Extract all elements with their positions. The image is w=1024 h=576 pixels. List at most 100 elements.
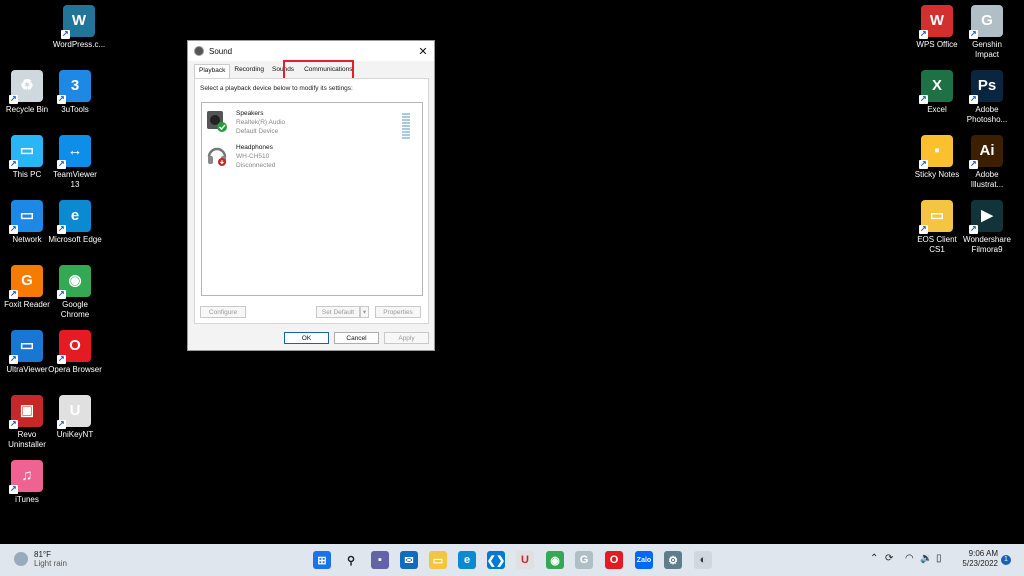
notification-badge[interactable]: 1 <box>1001 555 1011 565</box>
desktop-icon[interactable]: AiAdobe Illustrat... <box>960 135 1014 190</box>
desktop-icon[interactable]: ♻Recycle Bin <box>0 70 54 115</box>
clock[interactable]: 9:06 AM 5/23/2022 <box>950 549 998 569</box>
desktop-icon[interactable]: eMicrosoft Edge <box>48 200 102 245</box>
instruction-text: Select a playback device below to modify… <box>200 85 353 92</box>
desktop-icon[interactable]: GFoxit Reader <box>0 265 54 310</box>
desktop-icon-label: Foxit Reader <box>4 300 50 309</box>
desktop-icon-label: Network <box>12 235 42 244</box>
battery-icon[interactable]: ▯ <box>936 553 942 564</box>
app-icon: G <box>969 5 1003 39</box>
app-icon: ▭ <box>919 200 953 234</box>
chevron-up-icon[interactable]: ⌃ <box>870 553 878 564</box>
app-icon: ▪ <box>919 135 953 169</box>
desktop-icon[interactable]: UUniKeyNT <box>48 395 102 440</box>
app-icon: U <box>57 395 91 429</box>
device-driver: Realtek(R) Audio <box>236 119 286 126</box>
sync-icon[interactable]: ⟳ <box>885 553 893 564</box>
chevron-down-icon: ▾ <box>362 309 367 316</box>
shortcut-arrow-icon <box>61 29 70 39</box>
desktop-icon-label: Genshin Impact <box>972 40 1002 59</box>
app-icon: ↔ <box>57 135 91 169</box>
desktop-icon[interactable]: ▪Sticky Notes <box>910 135 964 180</box>
device-name: Speakers <box>236 110 264 117</box>
set-default-button[interactable]: Set Default <box>316 306 360 318</box>
tab-recording[interactable]: Recording <box>230 64 268 78</box>
file-explorer-icon[interactable]: ▭ <box>429 551 447 569</box>
desktop-icon[interactable]: ▶Wondershare Filmora9 <box>960 200 1014 255</box>
genshin-icon[interactable]: G <box>575 551 593 569</box>
shortcut-arrow-icon <box>919 29 928 39</box>
mail-icon[interactable]: ✉ <box>400 551 418 569</box>
desktop-icon[interactable]: WWordPress.c... <box>52 5 106 50</box>
app-icon: ▭ <box>9 135 43 169</box>
app-icon: G <box>9 265 43 299</box>
sound-taskbar-icon[interactable]: ◐ <box>694 551 712 569</box>
desktop-icon[interactable]: ▣Revo Uninstaller <box>0 395 54 450</box>
desktop-icon-label: Wondershare Filmora9 <box>963 235 1011 254</box>
start-icon[interactable]: ⊞ <box>313 551 331 569</box>
shortcut-arrow-icon <box>9 224 18 234</box>
desktop-icon[interactable]: WWPS Office <box>910 5 964 50</box>
desktop-icon[interactable]: ◉Google Chrome <box>48 265 102 320</box>
search-icon[interactable]: ⚲ <box>342 551 360 569</box>
desktop-icon-label: This PC <box>12 170 42 179</box>
desktop-icon[interactable]: XExcel <box>910 70 964 115</box>
desktop-icon[interactable]: ♫iTunes <box>0 460 54 505</box>
shortcut-arrow-icon <box>919 94 928 104</box>
settings-gear-icon[interactable]: ⚙ <box>664 551 682 569</box>
shortcut-arrow-icon <box>9 159 18 169</box>
volume-icon[interactable]: 🔉 <box>920 553 932 564</box>
app-icon: ▶ <box>969 200 1003 234</box>
desktop-icon-label: Adobe Illustrat... <box>970 170 1004 189</box>
properties-button[interactable]: Properties <box>375 306 421 318</box>
app-icon: ▭ <box>9 200 43 234</box>
desktop-icon[interactable]: ↔TeamViewer 13 <box>48 135 102 190</box>
set-default-dropdown[interactable]: ▾ <box>360 306 369 318</box>
shortcut-arrow-icon <box>969 94 978 104</box>
desktop-icon[interactable]: GGenshin Impact <box>960 5 1014 60</box>
desktop-icon-label: Google Chrome <box>60 300 90 319</box>
close-icon[interactable]: ✕ <box>412 45 434 58</box>
shortcut-arrow-icon <box>969 224 978 234</box>
speaker-icon <box>194 46 204 56</box>
tab-playback[interactable]: Playback <box>194 64 231 78</box>
desktop-icon[interactable]: ▭This PC <box>0 135 54 180</box>
opera-icon[interactable]: O <box>605 551 623 569</box>
headphones-icon <box>206 143 228 167</box>
cancel-button[interactable]: Cancel <box>334 332 379 344</box>
dialog-titlebar[interactable]: Sound ✕ <box>188 41 434 61</box>
device-list[interactable]: Speakers Realtek(R) Audio Default Device <box>201 102 423 296</box>
wifi-icon[interactable]: ◠ <box>905 553 914 564</box>
weather-temp: 81°F <box>34 550 51 559</box>
desktop-icon[interactable]: ▭Network <box>0 200 54 245</box>
configure-button[interactable]: Configure <box>200 306 246 318</box>
weather-widget[interactable]: 81°F Light rain <box>14 550 67 568</box>
speaker-device-icon <box>206 109 228 133</box>
desktop-icon-label: Recycle Bin <box>5 105 49 114</box>
desktop-icon-label: Sticky Notes <box>914 170 960 179</box>
device-speakers[interactable]: Speakers Realtek(R) Audio Default Device <box>206 109 410 141</box>
weather-icon <box>14 552 28 566</box>
chrome-icon[interactable]: ◉ <box>546 551 564 569</box>
unikey-icon[interactable]: U <box>516 551 534 569</box>
desktop-icon-label: Adobe Photosho... <box>966 105 1008 124</box>
desktop-icon-label: TeamViewer 13 <box>53 170 97 189</box>
shortcut-arrow-icon <box>9 484 18 494</box>
vscode-icon[interactable]: ❮❯ <box>487 551 505 569</box>
weather-desc: Light rain <box>34 559 67 568</box>
apply-button[interactable]: Apply <box>384 332 429 344</box>
ok-button[interactable]: OK <box>284 332 329 344</box>
device-headphones[interactable]: Headphones WH-CH510 Disconnected <box>206 143 406 175</box>
desktop-icon[interactable]: ▭UltraViewer <box>0 330 54 375</box>
chat-icon[interactable]: ▪ <box>371 551 389 569</box>
app-icon: Ps <box>969 70 1003 104</box>
edge-icon[interactable]: e <box>458 551 476 569</box>
desktop-icon[interactable]: PsAdobe Photosho... <box>960 70 1014 125</box>
desktop-icon-label: Microsoft Edge <box>48 235 102 244</box>
shortcut-arrow-icon <box>969 29 978 39</box>
zalo-icon[interactable]: Zalo <box>635 551 653 569</box>
desktop-icon[interactable]: ▭EOS Client CS1 <box>910 200 964 255</box>
desktop-icon[interactable]: OOpera Browser <box>48 330 102 375</box>
app-icon: Ai <box>969 135 1003 169</box>
desktop-icon[interactable]: 33uTools <box>48 70 102 115</box>
